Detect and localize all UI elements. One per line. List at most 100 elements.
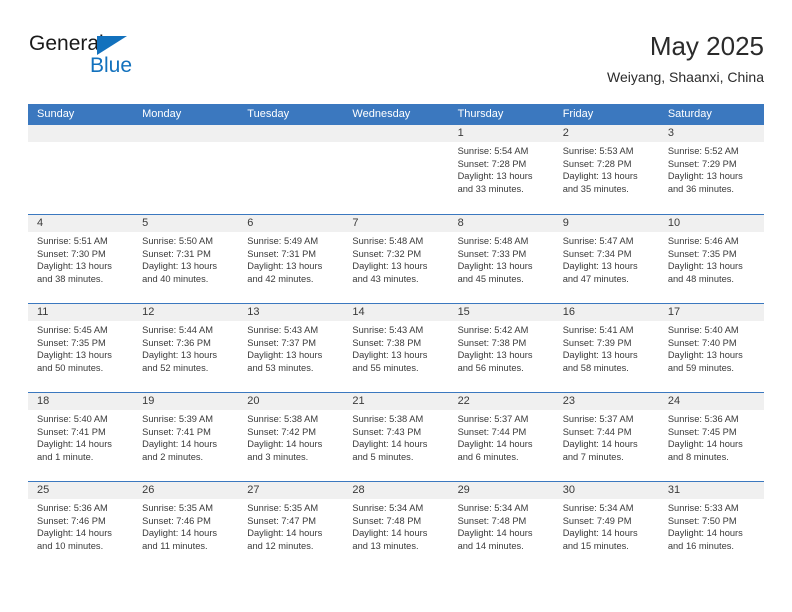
- day-detail-line: Sunset: 7:48 PM: [352, 515, 422, 526]
- day-cell[interactable]: Sunrise: 5:53 AM Sunset: 7:28 PM Daylight:…: [554, 142, 659, 212]
- day-cell[interactable]: Sunrise: 5:37 AM Sunset: 7:44 PM Daylight:…: [449, 410, 554, 480]
- general-blue-logo[interactable]: General Blue: [28, 32, 238, 88]
- day-detail-line: Daylight: 14 hours: [562, 528, 638, 539]
- day-cell[interactable]: Sunrise: 5:47 AM Sunset: 7:34 PM Daylight:…: [554, 232, 659, 302]
- day-cell[interactable]: Sunrise: 5:34 AM Sunset: 7:49 PM Daylight:…: [554, 499, 659, 569]
- day-number[interactable]: 3: [659, 125, 764, 142]
- day-detail-line: and 36 minutes.: [667, 183, 734, 194]
- weekday-header-thursday: Thursday: [457, 108, 504, 120]
- day-number[interactable]: 28: [343, 482, 448, 499]
- day-number[interactable]: 10: [659, 215, 764, 232]
- calendar-page: General Blue May 2025 Weiyang, Shaanxi, …: [0, 0, 792, 612]
- day-cell[interactable]: Sunrise: 5:35 AM Sunset: 7:47 PM Daylight:…: [238, 499, 343, 569]
- day-number-band: 123: [28, 125, 764, 142]
- day-cell[interactable]: Sunrise: 5:46 AM Sunset: 7:35 PM Daylight:…: [659, 232, 764, 302]
- day-detail-line: Sunrise: 5:35 AM: [142, 503, 213, 513]
- day-detail-line: Sunset: 7:31 PM: [247, 248, 317, 259]
- day-number[interactable]: 31: [659, 482, 764, 499]
- day-cell[interactable]: Sunrise: 5:48 AM Sunset: 7:33 PM Daylight:…: [449, 232, 554, 302]
- day-detail-line: and 45 minutes.: [457, 273, 524, 284]
- day-number[interactable]: 14: [343, 304, 448, 321]
- day-detail-line: and 8 minutes.: [667, 451, 729, 462]
- day-cell[interactable]: Sunrise: 5:43 AM Sunset: 7:37 PM Daylight:…: [238, 321, 343, 391]
- day-cell[interactable]: Sunrise: 5:49 AM Sunset: 7:31 PM Daylight:…: [238, 232, 343, 302]
- day-number[interactable]: 12: [133, 304, 238, 321]
- day-number[interactable]: 21: [343, 393, 448, 410]
- day-number[interactable]: 27: [238, 482, 343, 499]
- day-number[interactable]: 26: [133, 482, 238, 499]
- day-number[interactable]: 24: [659, 393, 764, 410]
- day-cell[interactable]: Sunrise: 5:50 AM Sunset: 7:31 PM Daylight:…: [133, 232, 238, 302]
- day-detail-line: and 2 minutes.: [142, 451, 204, 462]
- day-number[interactable]: 17: [659, 304, 764, 321]
- day-detail-line: and 43 minutes.: [352, 273, 419, 284]
- day-detail-line: Sunrise: 5:36 AM: [667, 414, 739, 424]
- day-detail-line: Daylight: 14 hours: [352, 528, 428, 539]
- calendar-week-row: 1 2 3 Sunrise: 5:54 AM Sunset: 7:28 PM Daylig…: [28, 125, 764, 214]
- day-number[interactable]: 20: [238, 393, 343, 410]
- day-cell[interactable]: Sunrise: 5:40 AM Sunset: 7:40 PM Daylight:…: [659, 321, 764, 391]
- day-number[interactable]: 13: [238, 304, 343, 321]
- day-detail-line: Sunset: 7:38 PM: [352, 337, 422, 348]
- day-detail-line: Sunrise: 5:34 AM: [352, 503, 424, 513]
- day-detail-line: and 5 minutes.: [352, 451, 414, 462]
- day-number[interactable]: 19: [133, 393, 238, 410]
- day-cell[interactable]: Sunrise: 5:45 AM Sunset: 7:35 PM Daylight:…: [28, 321, 133, 391]
- day-cell-empty: [343, 142, 448, 212]
- day-cell[interactable]: Sunrise: 5:41 AM Sunset: 7:39 PM Daylight:…: [554, 321, 659, 391]
- day-detail-line: Sunset: 7:28 PM: [457, 158, 527, 169]
- day-number[interactable]: 15: [449, 304, 554, 321]
- day-cell[interactable]: Sunrise: 5:38 AM Sunset: 7:42 PM Daylight:…: [238, 410, 343, 480]
- day-cell[interactable]: Sunrise: 5:38 AM Sunset: 7:43 PM Daylight:…: [343, 410, 448, 480]
- day-cell[interactable]: Sunrise: 5:34 AM Sunset: 7:48 PM Daylight:…: [449, 499, 554, 569]
- day-detail-line: and 53 minutes.: [247, 362, 314, 373]
- day-cell[interactable]: Sunrise: 5:40 AM Sunset: 7:41 PM Daylight:…: [28, 410, 133, 480]
- day-detail-line: Sunrise: 5:35 AM: [247, 503, 319, 513]
- day-number[interactable]: 2: [554, 125, 659, 142]
- day-number[interactable]: 4: [28, 215, 133, 232]
- day-cell[interactable]: Sunrise: 5:35 AM Sunset: 7:46 PM Daylight:…: [133, 499, 238, 569]
- day-cell[interactable]: Sunrise: 5:42 AM Sunset: 7:38 PM Daylight:…: [449, 321, 554, 391]
- day-detail-line: Daylight: 14 hours: [247, 439, 323, 450]
- weekday-header-sunday: Sunday: [37, 108, 75, 120]
- day-number[interactable]: 25: [28, 482, 133, 499]
- day-detail-line: Sunrise: 5:43 AM: [352, 325, 424, 335]
- day-number[interactable]: 5: [133, 215, 238, 232]
- day-number[interactable]: 29: [449, 482, 554, 499]
- day-cell[interactable]: Sunrise: 5:36 AM Sunset: 7:46 PM Daylight:…: [28, 499, 133, 569]
- day-cell[interactable]: Sunrise: 5:52 AM Sunset: 7:29 PM Daylight:…: [659, 142, 764, 212]
- triangle-icon: [97, 36, 127, 55]
- day-number[interactable]: 7: [343, 215, 448, 232]
- day-number[interactable]: 11: [28, 304, 133, 321]
- day-number[interactable]: 18: [28, 393, 133, 410]
- day-cell[interactable]: Sunrise: 5:44 AM Sunset: 7:36 PM Daylight:…: [133, 321, 238, 391]
- day-detail-line: Sunrise: 5:39 AM: [142, 414, 213, 424]
- day-number[interactable]: 6: [238, 215, 343, 232]
- day-number[interactable]: 22: [449, 393, 554, 410]
- day-cell[interactable]: Sunrise: 5:39 AM Sunset: 7:41 PM Daylight:…: [133, 410, 238, 480]
- day-cell[interactable]: Sunrise: 5:33 AM Sunset: 7:50 PM Daylight:…: [659, 499, 764, 569]
- calendar-week-row: 18 19 20 21 22 23 24 Sunrise: 5:40 AM Sunset: 7:…: [28, 392, 764, 481]
- day-cell[interactable]: Sunrise: 5:37 AM Sunset: 7:44 PM Daylight:…: [554, 410, 659, 480]
- calendar-week-row: 4 5 6 7 8 9 10 Sunrise: 5:51 AM Sunset: 7:30 PM D…: [28, 214, 764, 303]
- day-detail-line: Sunset: 7:44 PM: [457, 426, 527, 437]
- day-cell[interactable]: Sunrise: 5:34 AM Sunset: 7:48 PM Daylight:…: [343, 499, 448, 569]
- day-cell[interactable]: Sunrise: 5:43 AM Sunset: 7:38 PM Daylight:…: [343, 321, 448, 391]
- day-number[interactable]: 23: [554, 393, 659, 410]
- day-cell[interactable]: Sunrise: 5:51 AM Sunset: 7:30 PM Daylight:…: [28, 232, 133, 302]
- day-number[interactable]: 1: [449, 125, 554, 142]
- day-number[interactable]: 9: [554, 215, 659, 232]
- calendar-week-row: 11 12 13 14 15 16 17 Sunrise: 5:45 AM Sunset: 7:…: [28, 303, 764, 392]
- day-cell[interactable]: Sunrise: 5:48 AM Sunset: 7:32 PM Daylight:…: [343, 232, 448, 302]
- day-detail-line: and 11 minutes.: [142, 540, 208, 551]
- day-number[interactable]: 30: [554, 482, 659, 499]
- day-number[interactable]: 8: [449, 215, 554, 232]
- day-detail-line: Sunrise: 5:38 AM: [247, 414, 319, 424]
- day-detail-line: Sunset: 7:49 PM: [562, 515, 632, 526]
- day-detail-line: Sunset: 7:28 PM: [562, 158, 632, 169]
- weekday-header-saturday: Saturday: [667, 108, 712, 120]
- day-number[interactable]: 16: [554, 304, 659, 321]
- day-cell[interactable]: Sunrise: 5:54 AM Sunset: 7:28 PM Daylight:…: [449, 142, 554, 212]
- day-detail-line: Sunset: 7:42 PM: [247, 426, 317, 437]
- day-cell[interactable]: Sunrise: 5:36 AM Sunset: 7:45 PM Daylight:…: [659, 410, 764, 480]
